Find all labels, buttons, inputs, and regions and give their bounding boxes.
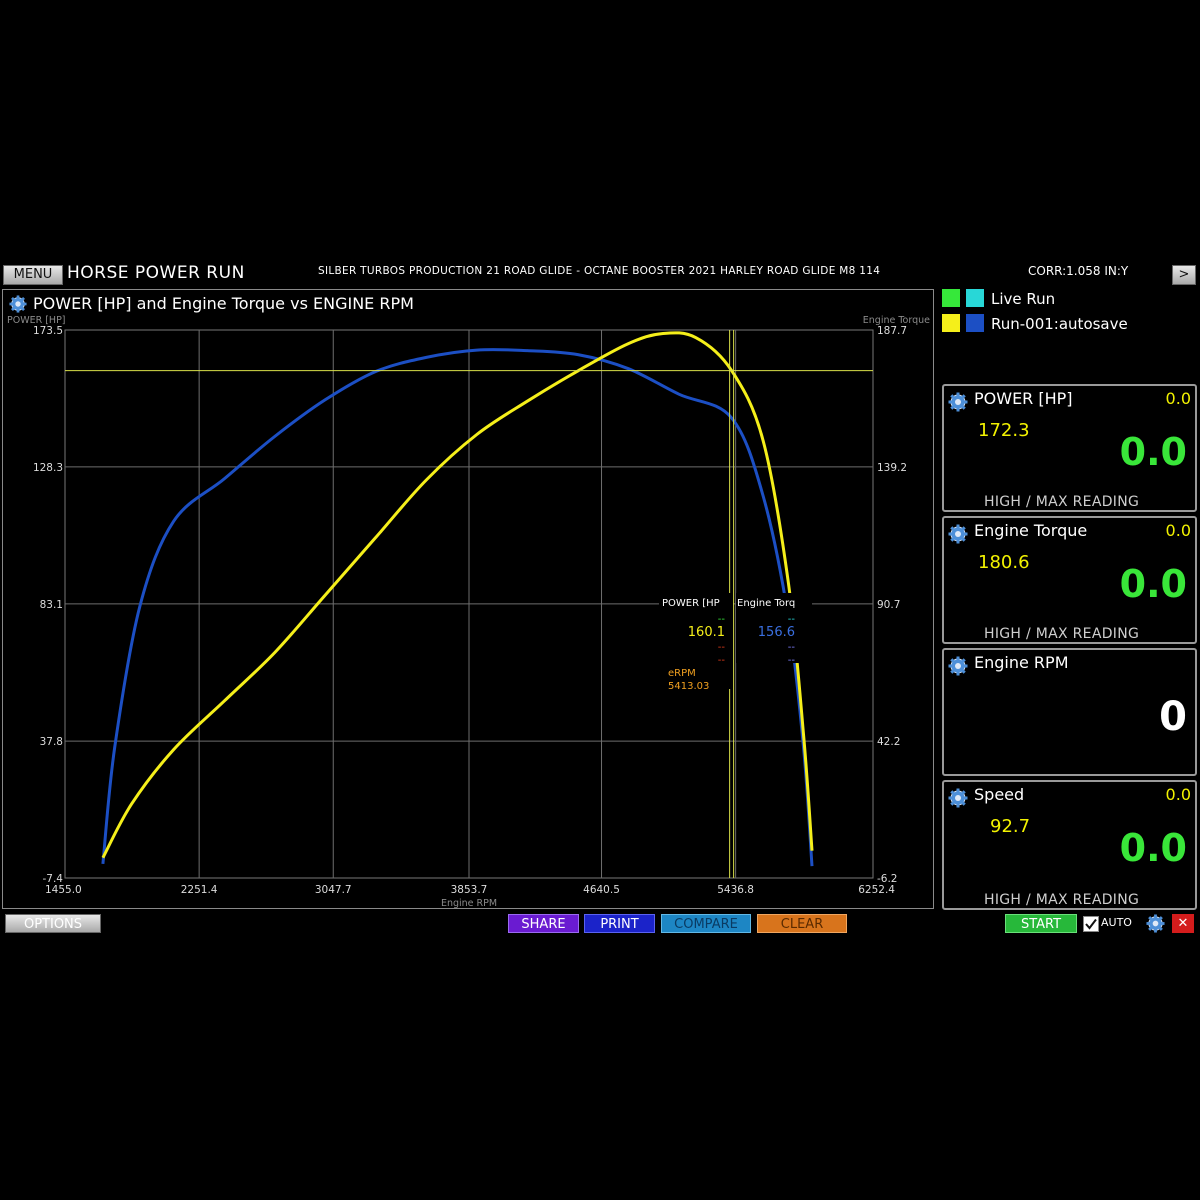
power-gauge[interactable]: POWER [HP] 0.0 172.3 0.0 HIGH / MAX READ… xyxy=(942,384,1197,512)
readout-header-power: POWER [HP xyxy=(662,598,720,609)
y-left-tick-label: 83.1 xyxy=(40,599,63,611)
x-tick-label: 3047.7 xyxy=(315,884,352,896)
gauge-current-small: 0.0 xyxy=(1165,389,1191,408)
readout-erpm-label: eRPM xyxy=(668,668,696,679)
gauge-current-small: 0.0 xyxy=(1165,521,1191,540)
gauge-current-small: 0.0 xyxy=(1165,785,1191,804)
auto-checkbox[interactable] xyxy=(1083,916,1099,932)
rpm-gauge[interactable]: Engine RPM 0 xyxy=(942,648,1197,776)
y-left-tick-label: -7.4 xyxy=(43,873,64,885)
gauge-title: Engine RPM xyxy=(974,653,1069,672)
gear-icon[interactable] xyxy=(948,656,968,676)
y-right-tick-label: -6.2 xyxy=(877,873,898,885)
print-button[interactable]: PRINT xyxy=(584,914,655,933)
options-button[interactable]: OPTIONS xyxy=(5,914,101,933)
x-tick-label: 6252.4 xyxy=(858,884,895,896)
x-axis-label: Engine RPM xyxy=(441,898,497,908)
gauge-footer: HIGH / MAX READING xyxy=(984,626,1140,642)
x-tick-label: 1455.0 xyxy=(45,884,82,896)
checkmark-icon xyxy=(1085,918,1097,930)
gauge-max-value: 180.6 xyxy=(978,552,1030,573)
y-right-tick-label: 187.7 xyxy=(877,325,907,337)
gauge-current-value: 0.0 xyxy=(1119,430,1187,474)
gear-icon[interactable] xyxy=(1146,914,1165,933)
torque-gauge[interactable]: Engine Torque 0.0 180.6 0.0 HIGH / MAX R… xyxy=(942,516,1197,644)
gauge-footer: HIGH / MAX READING xyxy=(984,494,1140,510)
speed-gauge[interactable]: Speed 0.0 92.7 0.0 HIGH / MAX READING xyxy=(942,780,1197,910)
legend-swatch-power xyxy=(942,314,960,332)
y-right-tick-label: 42.2 xyxy=(877,736,900,748)
gauge-current-value: 0.0 xyxy=(1119,562,1187,606)
readout-erpm-value: 5413.03 xyxy=(668,681,709,692)
close-button[interactable]: ✕ xyxy=(1172,914,1194,933)
gauge-current-value: 0.0 xyxy=(1119,826,1187,870)
clear-button[interactable]: CLEAR xyxy=(757,914,847,933)
readout-live-torque: -- xyxy=(788,614,796,625)
x-tick-label: 5436.8 xyxy=(717,884,754,896)
run-description: SILBER TURBOS PRODUCTION 21 ROAD GLIDE -… xyxy=(318,265,881,277)
app-title: HORSE POWER RUN xyxy=(67,263,245,283)
gauge-max-value: 92.7 xyxy=(990,816,1031,837)
readout-row3-torque: -- xyxy=(788,642,796,653)
y-right-tick-label: 90.7 xyxy=(877,599,900,611)
legend-label: Run-001:autosave xyxy=(991,315,1128,333)
readout-row3-power: -- xyxy=(718,642,726,653)
legend-swatch-torque xyxy=(966,314,984,332)
legend-swatch-power xyxy=(942,289,960,307)
correction-readout: CORR:1.058 IN:Y xyxy=(1028,264,1129,278)
gauge-title: Engine Torque xyxy=(974,521,1088,540)
gauge-current-value: 0 xyxy=(1159,694,1187,740)
legend-label: Live Run xyxy=(991,290,1056,308)
gear-icon[interactable] xyxy=(948,524,968,544)
x-tick-label: 4640.5 xyxy=(583,884,620,896)
y-left-tick-label: 37.8 xyxy=(40,736,63,748)
share-button[interactable]: SHARE xyxy=(508,914,579,933)
chart-plot[interactable]: POWER [HP] Engine Torque Engine RPM 1455… xyxy=(3,290,933,908)
gauge-max-value: 172.3 xyxy=(978,420,1030,441)
compare-button[interactable]: COMPARE xyxy=(661,914,751,933)
readout-live-power: -- xyxy=(718,614,726,625)
next-button[interactable]: > xyxy=(1172,265,1196,285)
y-right-tick-label: 139.2 xyxy=(877,462,907,474)
menu-button[interactable]: MENU xyxy=(3,265,63,285)
gauge-title: POWER [HP] xyxy=(974,389,1073,408)
readout-row4-power: -- xyxy=(718,655,726,666)
gauge-footer: HIGH / MAX READING xyxy=(984,892,1140,908)
chart-panel: POWER [HP] and Engine Torque vs ENGINE R… xyxy=(2,289,934,909)
legend-swatch-torque xyxy=(966,289,984,307)
gear-icon[interactable] xyxy=(948,788,968,808)
app-window: MENU HORSE POWER RUN SILBER TURBOS PRODU… xyxy=(0,262,1200,938)
readout-run-torque: 156.6 xyxy=(758,625,795,640)
gear-icon[interactable] xyxy=(948,392,968,412)
readout-run-power: 160.1 xyxy=(688,625,725,640)
x-tick-label: 3853.7 xyxy=(451,884,488,896)
y-left-tick-label: 173.5 xyxy=(33,325,63,337)
auto-label: AUTO xyxy=(1101,916,1132,929)
readout-row4-torque: -- xyxy=(788,655,796,666)
y-left-tick-label: 128.3 xyxy=(33,462,63,474)
readout-header-torque: Engine Torq xyxy=(737,598,795,609)
start-button[interactable]: START xyxy=(1005,914,1077,933)
x-tick-label: 2251.4 xyxy=(181,884,218,896)
gauge-title: Speed xyxy=(974,785,1025,804)
